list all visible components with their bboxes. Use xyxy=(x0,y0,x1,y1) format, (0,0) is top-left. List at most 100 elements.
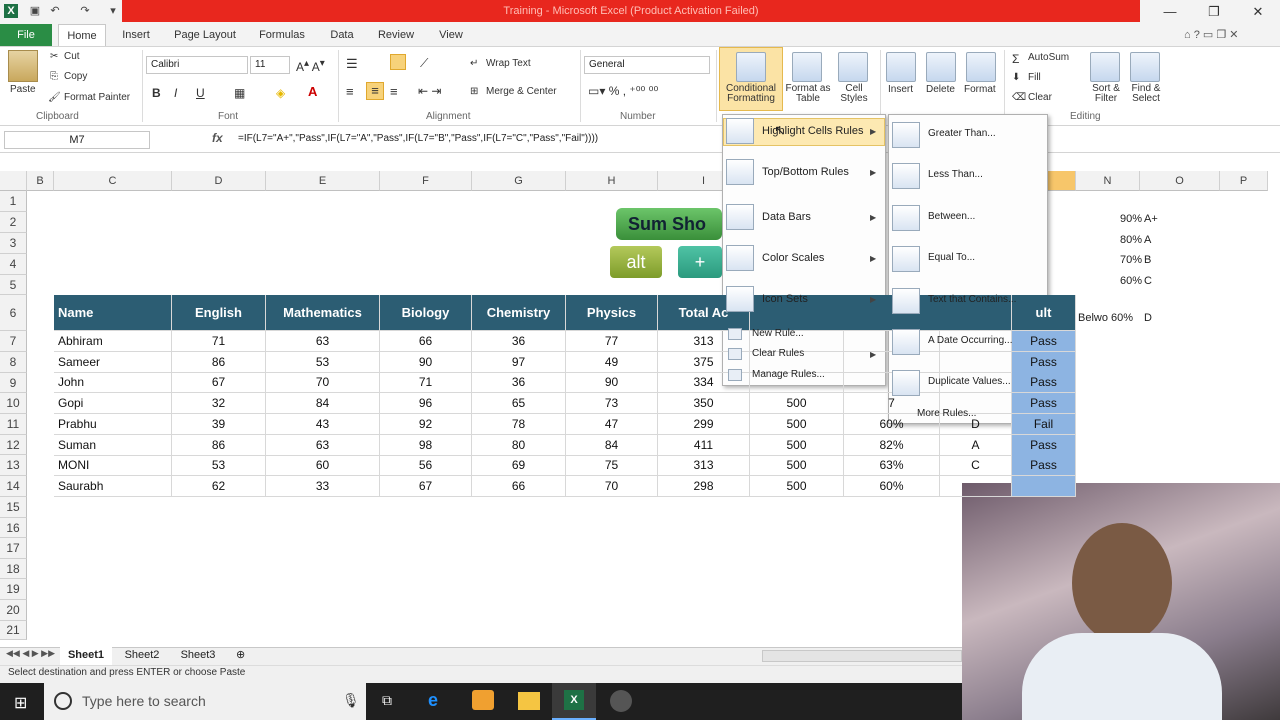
table-cell[interactable]: Saurabh xyxy=(54,475,172,497)
sheet-nav-icon[interactable]: ◀◀ ◀ ▶ ▶▶ xyxy=(6,648,55,659)
table-cell[interactable]: 84 xyxy=(266,393,380,415)
table-cell[interactable]: 49 xyxy=(566,351,658,373)
row-header[interactable]: 7 xyxy=(0,331,27,352)
table-cell[interactable]: 67 xyxy=(380,475,472,497)
insert-function-icon[interactable]: fx xyxy=(212,131,223,145)
tab-home[interactable]: Home xyxy=(58,24,106,46)
submenu-item[interactable]: Text that Contains... xyxy=(928,294,1016,305)
table-cell[interactable]: 63 xyxy=(266,434,380,456)
select-all-corner[interactable] xyxy=(0,171,27,191)
tab-data[interactable]: Data xyxy=(322,24,362,46)
more-rules-item[interactable]: More Rules... xyxy=(917,408,976,419)
submenu-item[interactable]: Between... xyxy=(928,211,975,222)
align-center-icon[interactable]: ≡ xyxy=(366,82,384,100)
sort-filter-icon[interactable] xyxy=(1090,52,1120,82)
alt-key-shape[interactable]: alt xyxy=(610,246,662,278)
cell-styles-button[interactable]: Cell Styles xyxy=(834,84,874,104)
table-cell[interactable]: 92 xyxy=(380,413,472,435)
table-header-cell[interactable]: Biology xyxy=(380,295,472,331)
align-right-icon[interactable]: ≡ xyxy=(390,84,398,99)
row-header[interactable]: 14 xyxy=(0,476,27,497)
table-cell[interactable]: Sameer xyxy=(54,351,172,373)
font-color-icon[interactable]: A xyxy=(308,84,317,99)
column-header[interactable]: E xyxy=(266,171,380,191)
format-painter-icon[interactable]: 🖌 xyxy=(48,92,61,103)
tab-formulas[interactable]: Formulas xyxy=(254,24,310,46)
autosum-icon[interactable]: Σ xyxy=(1012,52,1019,66)
column-header[interactable]: H xyxy=(566,171,658,191)
result-cell[interactable]: Pass xyxy=(1012,393,1076,415)
number-format-combo[interactable]: General xyxy=(584,56,710,74)
cf-menu-item[interactable]: Top/Bottom Rules xyxy=(762,166,849,178)
sort-filter-button[interactable]: Sort & Filter xyxy=(1088,84,1124,104)
table-cell[interactable]: 36 xyxy=(472,372,566,394)
table-cell[interactable]: 70 xyxy=(266,372,380,394)
grow-font-icon[interactable]: A▴ A▾ xyxy=(296,58,325,74)
row-header[interactable]: 21 xyxy=(0,621,27,640)
help-icon[interactable]: ⌂ ? ▭ ❐ ✕ xyxy=(1184,28,1238,41)
table-header-cell[interactable]: Name xyxy=(54,295,172,331)
table-cell[interactable]: 32 xyxy=(172,393,266,415)
result-cell[interactable]: Pass xyxy=(1012,351,1076,373)
delete-cells-icon[interactable] xyxy=(926,52,956,82)
row-header[interactable]: 13 xyxy=(0,455,27,476)
obs-icon[interactable] xyxy=(610,690,632,712)
table-cell[interactable]: 63% xyxy=(844,455,940,477)
microphone-icon[interactable]: 🎙 xyxy=(342,692,360,709)
row-header[interactable]: 1 xyxy=(0,191,27,212)
row-header[interactable]: 19 xyxy=(0,579,27,600)
table-cell[interactable]: 43 xyxy=(266,413,380,435)
table-cell[interactable]: 66 xyxy=(472,475,566,497)
submenu-item[interactable]: A Date Occurring... xyxy=(928,335,1012,346)
table-cell[interactable]: 500 xyxy=(750,475,844,497)
font-name-combo[interactable]: Calibri xyxy=(146,56,248,74)
table-cell[interactable]: 71 xyxy=(380,372,472,394)
table-cell[interactable]: 33 xyxy=(266,475,380,497)
delete-cells-button[interactable]: Delete xyxy=(926,84,955,95)
row-header[interactable]: 8 xyxy=(0,352,27,373)
table-cell[interactable]: 56 xyxy=(380,455,472,477)
table-cell[interactable]: 500 xyxy=(750,413,844,435)
result-cell[interactable]: Pass xyxy=(1012,455,1076,477)
table-cell[interactable]: C xyxy=(940,455,1012,477)
table-cell[interactable]: 96 xyxy=(380,393,472,415)
table-cell[interactable]: 53 xyxy=(266,351,380,373)
table-cell[interactable]: 39 xyxy=(172,413,266,435)
tab-page-layout[interactable]: Page Layout xyxy=(170,24,240,46)
table-cell[interactable]: 62 xyxy=(172,475,266,497)
sheet-tab-1[interactable]: Sheet1 xyxy=(60,647,112,665)
table-cell[interactable]: 60 xyxy=(266,455,380,477)
cf-menu-item[interactable]: Manage Rules... xyxy=(752,369,825,380)
tab-view[interactable]: View xyxy=(432,24,470,46)
align-top-icon[interactable]: ☰ xyxy=(346,56,358,72)
table-cell[interactable] xyxy=(940,475,1012,497)
table-cell[interactable]: Abhiram xyxy=(54,331,172,352)
table-cell[interactable]: 298 xyxy=(658,475,750,497)
table-cell[interactable]: 77 xyxy=(566,331,658,352)
table-cell[interactable]: 70 xyxy=(566,475,658,497)
table-cell[interactable]: 73 xyxy=(566,393,658,415)
horizontal-scrollbar[interactable] xyxy=(762,650,962,662)
autosum-button[interactable]: AutoSum xyxy=(1028,52,1069,63)
column-header[interactable]: B xyxy=(27,171,54,191)
new-sheet-icon[interactable]: ⊕ xyxy=(236,648,245,661)
result-cell[interactable]: Pass xyxy=(1012,372,1076,394)
column-header[interactable]: C xyxy=(54,171,172,191)
table-cell[interactable]: 350 xyxy=(658,393,750,415)
align-left-icon[interactable]: ≡ xyxy=(346,84,354,99)
find-select-button[interactable]: Find & Select xyxy=(1126,84,1166,104)
insert-cells-icon[interactable] xyxy=(886,52,916,82)
format-painter-button[interactable]: Format Painter xyxy=(64,92,130,103)
currency-icon[interactable]: ▭▾ % , ⁺⁰⁰ ⁰⁰ xyxy=(588,84,658,98)
row-header[interactable]: 6 xyxy=(0,295,27,331)
table-cell[interactable]: 90 xyxy=(380,351,472,373)
name-box[interactable]: M7 xyxy=(4,131,150,149)
italic-icon[interactable]: I xyxy=(174,86,177,100)
table-cell[interactable]: 82% xyxy=(844,434,940,456)
cf-menu-item[interactable]: Data Bars xyxy=(762,211,811,223)
column-header[interactable]: D xyxy=(172,171,266,191)
formula-input[interactable]: =IF(L7="A+","Pass",IF(L7="A","Pass",IF(L… xyxy=(238,133,598,144)
row-header[interactable]: 5 xyxy=(0,275,27,295)
row-header[interactable]: 20 xyxy=(0,600,27,621)
table-cell[interactable]: Suman xyxy=(54,434,172,456)
